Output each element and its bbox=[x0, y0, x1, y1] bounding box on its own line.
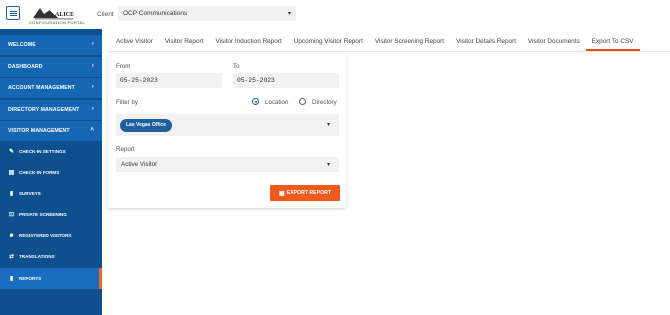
sidebar-item-label: CHECK-IN FORMS bbox=[19, 170, 60, 175]
tab-active-visitor[interactable]: Active Visitor bbox=[110, 36, 159, 51]
location-chip[interactable]: Las Vegas Office bbox=[120, 119, 173, 132]
chevron-down-icon: ▾ bbox=[287, 11, 291, 17]
directory-radio[interactable] bbox=[299, 98, 306, 105]
sidebar-item-label: REPORTS bbox=[19, 276, 42, 281]
report-tabs: Active Visitor Visitor Report Visitor In… bbox=[110, 36, 640, 51]
chevron-up-icon: ˄ bbox=[90, 127, 94, 133]
sidebar-item-check-in-forms[interactable]: ▤ CHECK-IN FORMS bbox=[0, 162, 102, 183]
sidebar-item-label: CHECK-IN SETTINGS bbox=[19, 149, 66, 154]
tabs-divider bbox=[107, 51, 670, 52]
sidebar-item-label: VISITOR MANAGEMENT bbox=[8, 128, 70, 134]
tab-visitor-screening-report[interactable]: Visitor Screening Report bbox=[369, 36, 450, 51]
sidebar-item-label: REGISTERED VISITORS bbox=[19, 233, 72, 238]
tab-upcoming-visitor-report[interactable]: Upcoming Visitor Report bbox=[288, 36, 369, 51]
sidebar-item-label: ACCOUNT MANAGEMENT bbox=[8, 85, 75, 91]
chevron-down-icon: ▾ bbox=[327, 122, 331, 128]
chevron-right-icon: › bbox=[91, 84, 94, 90]
active-indicator bbox=[99, 268, 102, 289]
from-date-input[interactable]: 05-25-2023 bbox=[116, 73, 222, 88]
tab-visitor-details-report[interactable]: Visitor Details Report bbox=[450, 36, 522, 51]
sidebar-item-registered-visitors[interactable]: ☻ REGISTERED VISITORS bbox=[0, 225, 102, 246]
sidebar-item-welcome[interactable]: WELCOME › bbox=[0, 35, 102, 56]
document-icon: ▮ bbox=[9, 191, 14, 197]
lock-icon: ⊡ bbox=[8, 212, 15, 218]
users-icon: ☻ bbox=[8, 232, 15, 239]
from-label: From bbox=[116, 63, 131, 70]
tab-export-to-csv[interactable]: Export To CSV bbox=[585, 36, 640, 51]
export-icon: ▦ bbox=[278, 190, 285, 197]
sidebar-item-label: DASHBOARD bbox=[8, 64, 43, 70]
sidebar-item-label: SURVEYS bbox=[19, 191, 41, 196]
sidebar-item-reports[interactable]: ▮ REPORTS bbox=[0, 268, 102, 289]
top-bar: ALICE CONFIGURATION PORTAL Client OCP Co… bbox=[0, 0, 670, 28]
sidebar-item-check-in-settings[interactable]: ✎ CHECK-IN SETTINGS bbox=[0, 141, 102, 162]
export-report-button[interactable]: ▦ EXPORT REPORT bbox=[270, 185, 340, 201]
sidebar-item-label: PRIVATE SCREENING bbox=[19, 212, 67, 217]
sidebar-item-surveys[interactable]: ▮ SURVEYS bbox=[0, 183, 102, 204]
translate-icon: ⇄ bbox=[8, 254, 15, 260]
chevron-down-icon: ▾ bbox=[327, 162, 331, 168]
sidebar-item-private-screening[interactable]: ⊡ PRIVATE SCREENING bbox=[0, 204, 102, 225]
document-icon: ▮ bbox=[9, 276, 14, 282]
to-date-input[interactable]: 05-25-2023 bbox=[233, 73, 339, 88]
edit-icon: ✎ bbox=[8, 149, 15, 155]
directory-radio-label: Directory bbox=[312, 99, 337, 106]
report-label: Report bbox=[116, 146, 135, 153]
tab-visitor-report[interactable]: Visitor Report bbox=[159, 36, 210, 51]
export-report-label: EXPORT REPORT bbox=[286, 190, 332, 196]
client-select-value: OCP Communications bbox=[123, 10, 188, 17]
sidebar-item-label: DIRECTORY MANAGEMENT bbox=[8, 107, 80, 113]
sidebar-item-label: TRANSLATIONS bbox=[19, 254, 55, 259]
portal-subtitle: CONFIGURATION PORTAL bbox=[28, 20, 85, 25]
report-select-value: Active Visitor bbox=[121, 161, 158, 168]
report-select[interactable]: Active Visitor bbox=[116, 157, 339, 172]
chevron-right-icon: › bbox=[91, 63, 94, 69]
client-select[interactable]: OCP Communications ▾ bbox=[118, 6, 296, 21]
location-radio[interactable] bbox=[252, 98, 259, 105]
sidebar-item-directory-management[interactable]: DIRECTORY MANAGEMENT › bbox=[0, 100, 102, 121]
chevron-right-icon: › bbox=[91, 41, 94, 47]
form-icon: ▤ bbox=[8, 170, 15, 176]
chevron-right-icon: › bbox=[91, 106, 94, 112]
sidebar-item-visitor-management[interactable]: VISITOR MANAGEMENT ˄ bbox=[0, 121, 102, 142]
tab-visitor-documents[interactable]: Visitor Documents bbox=[522, 36, 586, 51]
sidebar-item-label: WELCOME bbox=[8, 42, 36, 48]
to-label: To bbox=[233, 63, 240, 70]
sidebar-item-translations[interactable]: ⇄ TRANSLATIONS bbox=[0, 246, 102, 267]
svg-text:ALICE: ALICE bbox=[55, 12, 74, 18]
location-radio-label: Location bbox=[265, 99, 289, 106]
menu-icon[interactable] bbox=[6, 6, 20, 20]
sidebar-item-dashboard[interactable]: DASHBOARD › bbox=[0, 57, 102, 78]
sidebar-item-account-management[interactable]: ACCOUNT MANAGEMENT › bbox=[0, 78, 102, 99]
filter-by-label: Filter by bbox=[116, 99, 139, 106]
client-label: Client bbox=[97, 11, 114, 18]
tab-visitor-induction-report[interactable]: Visitor Induction Report bbox=[209, 36, 287, 51]
